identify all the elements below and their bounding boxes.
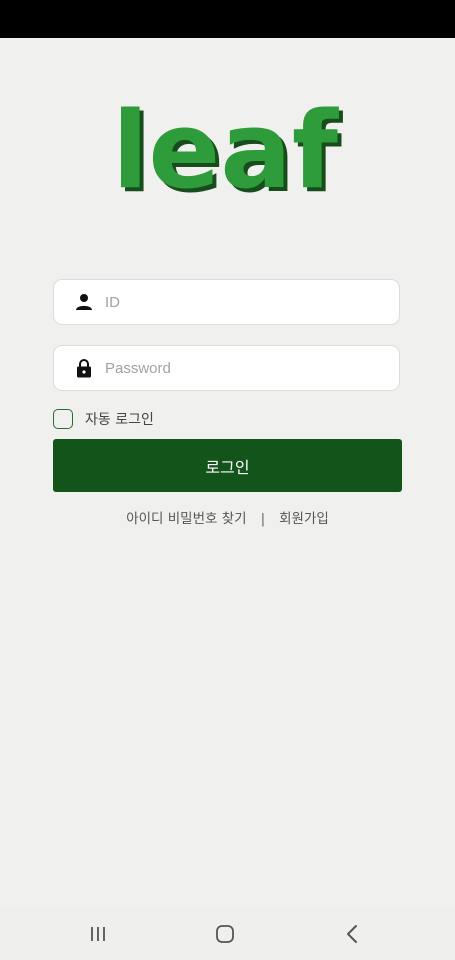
leaf-logo: leaf leaf [112, 89, 344, 216]
account-links: 아이디 비밀번호 찾기 | 회원가입 [0, 509, 455, 529]
password-field[interactable] [53, 345, 400, 391]
signup-link[interactable]: 회원가입 [279, 511, 329, 527]
id-input[interactable] [105, 280, 385, 324]
home-icon[interactable] [213, 922, 237, 946]
back-icon[interactable] [341, 922, 365, 946]
password-input[interactable] [105, 346, 385, 390]
lock-icon [77, 359, 91, 378]
navigation-bar [0, 908, 455, 960]
status-bar [0, 0, 455, 38]
login-button[interactable]: 로그인 [53, 439, 402, 492]
auto-login[interactable]: 자동 로그인 [53, 408, 154, 430]
recent-apps-icon[interactable] [86, 922, 110, 946]
auto-login-label: 자동 로그인 [85, 412, 154, 428]
id-field[interactable] [53, 279, 400, 325]
link-separator: | [260, 511, 266, 527]
person-icon [76, 294, 92, 310]
svg-text:leaf: leaf [112, 89, 340, 212]
auto-login-checkbox[interactable] [53, 409, 73, 429]
find-account-link[interactable]: 아이디 비밀번호 찾기 [126, 511, 246, 527]
